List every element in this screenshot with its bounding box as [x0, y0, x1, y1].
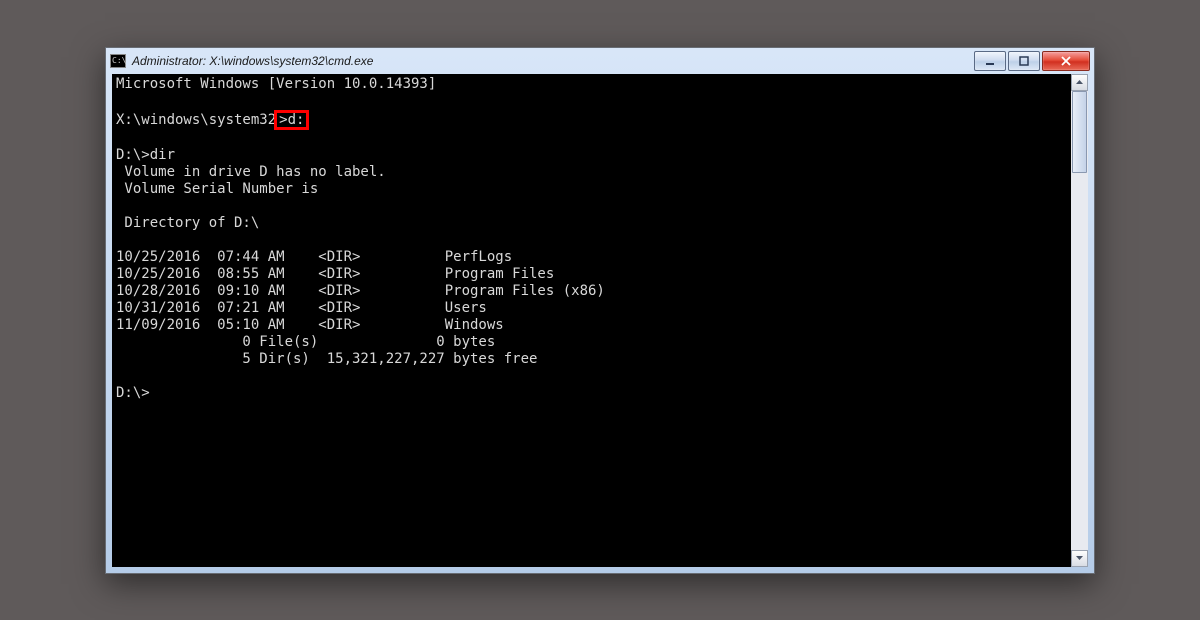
close-button[interactable] [1042, 51, 1090, 71]
scroll-track[interactable] [1071, 91, 1088, 550]
scroll-down-button[interactable] [1071, 550, 1088, 567]
blank-line [116, 368, 1067, 385]
prompt-gt: > [279, 112, 287, 128]
cmd-icon: C:\ [110, 54, 126, 68]
highlighted-command: >d: [274, 110, 309, 130]
volume-line-1: Volume in drive D has no label. [116, 164, 1067, 181]
prompt-line-3: D:\> [116, 385, 1067, 402]
version-line: Microsoft Windows [Version 10.0.14393] [116, 76, 1067, 93]
vertical-scrollbar[interactable] [1071, 74, 1088, 567]
summary-files: 0 File(s) 0 bytes [116, 334, 1067, 351]
cmd-window: C:\ Administrator: X:\windows\system32\c… [105, 47, 1095, 574]
content-area: Microsoft Windows [Version 10.0.14393] X… [112, 74, 1088, 567]
titlebar[interactable]: C:\ Administrator: X:\windows\system32\c… [106, 48, 1094, 74]
dir-row: 10/25/2016 07:44 AM <DIR> PerfLogs [116, 249, 1067, 266]
window-title: Administrator: X:\windows\system32\cmd.e… [132, 54, 974, 68]
dir-row: 10/25/2016 08:55 AM <DIR> Program Files [116, 266, 1067, 283]
terminal-output[interactable]: Microsoft Windows [Version 10.0.14393] X… [112, 74, 1071, 567]
prompt-path: X:\windows\system32 [116, 112, 276, 128]
maximize-button[interactable] [1008, 51, 1040, 71]
blank-line [116, 93, 1067, 110]
minimize-button[interactable] [974, 51, 1006, 71]
scroll-thumb[interactable] [1072, 91, 1087, 173]
dir-row: 10/28/2016 09:10 AM <DIR> Program Files … [116, 283, 1067, 300]
dir-row: 10/31/2016 07:21 AM <DIR> Users [116, 300, 1067, 317]
directory-header: Directory of D:\ [116, 215, 1067, 232]
window-controls [974, 51, 1090, 71]
summary-dirs: 5 Dir(s) 15,321,227,227 bytes free [116, 351, 1067, 368]
drive-change-cmd: d: [288, 112, 305, 128]
volume-line-2: Volume Serial Number is [116, 181, 1067, 198]
prompt-line-2: D:\>dir [116, 147, 1067, 164]
blank-line [116, 232, 1067, 249]
blank-line [116, 130, 1067, 147]
prompt-line-1: X:\windows\system32>d: [116, 110, 1067, 130]
dir-row: 11/09/2016 05:10 AM <DIR> Windows [116, 317, 1067, 334]
scroll-up-button[interactable] [1071, 74, 1088, 91]
blank-line [116, 198, 1067, 215]
